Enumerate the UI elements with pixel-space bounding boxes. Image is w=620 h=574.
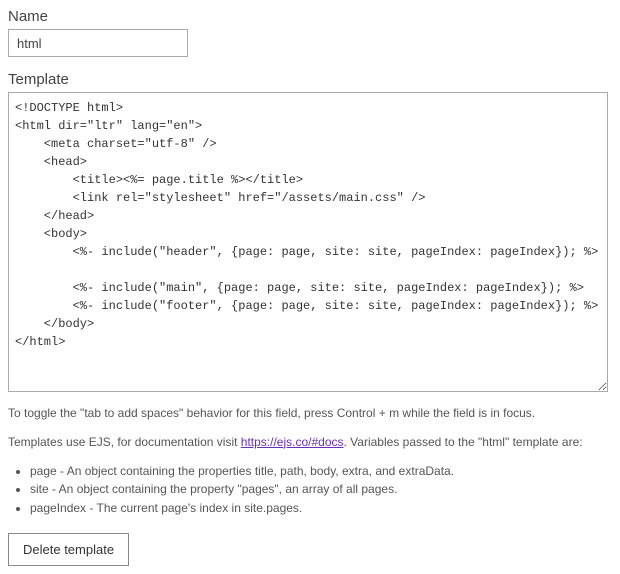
ejs-help-prefix: Templates use EJS, for documentation vis… (8, 435, 241, 449)
name-label: Name (8, 8, 612, 25)
name-input[interactable] (8, 29, 188, 57)
ejs-docs-link[interactable]: https://ejs.co/#docs (241, 435, 344, 449)
template-label: Template (8, 71, 612, 88)
ejs-help: Templates use EJS, for documentation vis… (8, 434, 612, 451)
list-item: pageIndex - The current page's index in … (30, 500, 612, 517)
variables-list: page - An object containing the properti… (8, 463, 612, 517)
ejs-help-suffix: . Variables passed to the "html" templat… (344, 435, 583, 449)
list-item: site - An object containing the property… (30, 481, 612, 498)
tab-toggle-help: To toggle the "tab to add spaces" behavi… (8, 405, 612, 422)
delete-template-button[interactable]: Delete template (8, 533, 129, 566)
list-item: page - An object containing the properti… (30, 463, 612, 480)
template-textarea[interactable]: <!DOCTYPE html> <html dir="ltr" lang="en… (8, 92, 608, 392)
